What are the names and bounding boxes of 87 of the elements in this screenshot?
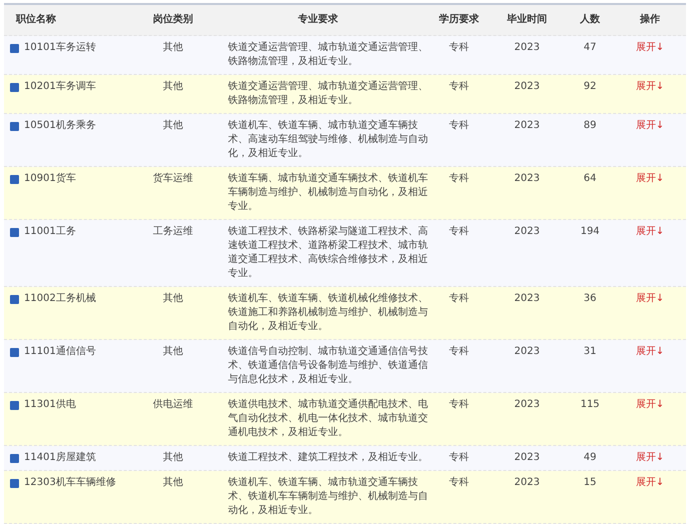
category-cell-text: 供电运维 <box>152 398 194 412</box>
category-cell-text: 其他 <box>162 345 184 359</box>
expand-link[interactable]: 展开↓ <box>636 292 664 306</box>
year-cell-text: 2023 <box>513 119 541 133</box>
expand-link[interactable]: 展开↓ <box>636 345 664 359</box>
count-cell-text: 47 <box>582 41 598 55</box>
expand-link[interactable]: 展开↓ <box>636 451 664 465</box>
column-header: 专业要求 <box>297 13 339 27</box>
major-requirement: 铁道交通运营管理、城市轨道交通运营管理、铁路物流管理，及相近专业。 <box>227 41 429 69</box>
education-cell-text: 专科 <box>448 41 470 55</box>
education-cell-text: 专科 <box>448 80 470 94</box>
position-name: 10501机务乘务 <box>24 119 96 133</box>
education-cell-text: 专科 <box>448 398 470 412</box>
count-cell-text: 49 <box>582 451 598 465</box>
column-header: 学历要求 <box>438 13 480 27</box>
category-cell-text: 其他 <box>162 476 184 490</box>
count-cell-text: 115 <box>579 398 601 412</box>
square-icon <box>10 82 19 92</box>
category-cell-text: 其他 <box>162 119 184 133</box>
count-cell-text: 64 <box>582 172 598 186</box>
category-cell-text: 其他 <box>162 80 184 94</box>
expand-link[interactable]: 展开↓ <box>636 172 664 186</box>
year-cell-text: 2023 <box>513 292 541 306</box>
education-cell-text: 专科 <box>448 451 470 465</box>
column-header: 职位名称 <box>14 13 57 27</box>
count-cell-text: 31 <box>582 345 598 359</box>
education-cell-text: 专科 <box>448 476 470 490</box>
category-cell-text: 其他 <box>162 41 184 55</box>
education-cell-text: 专科 <box>448 119 470 133</box>
major-requirement: 铁道机车、铁道车辆、城市轨道交通车辆技术、铁道机车车辆制造与维护、机械制造与自动化，及相近专业。 <box>227 476 429 518</box>
count-cell-text: 92 <box>582 80 598 94</box>
position-name: 11101通信信号 <box>24 345 96 359</box>
column-header: 操作 <box>638 13 661 27</box>
position-name: 10901货车 <box>24 172 76 186</box>
column-header: 毕业时间 <box>506 13 548 27</box>
count-cell-text: 194 <box>579 225 601 239</box>
education-cell-text: 专科 <box>448 345 470 359</box>
expand-link[interactable]: 展开↓ <box>636 119 664 133</box>
expand-link[interactable]: 展开↓ <box>636 225 664 239</box>
expand-link[interactable]: 展开↓ <box>636 398 664 412</box>
position-name: 11001工务 <box>24 225 76 239</box>
expand-link[interactable]: 展开↓ <box>636 476 664 490</box>
major-requirement: 铁道工程技术、铁路桥梁与隧道工程技术、高速铁道工程技术、道路桥梁工程技术、城市轨道交通工程技术、高铁综合维修技术，及相近专业。 <box>227 225 429 281</box>
year-cell-text: 2023 <box>513 476 541 490</box>
major-requirement: 铁道工程技术、建筑工程技术，及相近专业。 <box>227 451 429 465</box>
education-cell-text: 专科 <box>448 172 470 186</box>
square-icon <box>10 400 19 410</box>
position-name: 10201车务调车 <box>24 80 96 94</box>
year-cell-text: 2023 <box>513 41 541 55</box>
square-icon <box>10 294 19 304</box>
year-cell-text: 2023 <box>513 172 541 186</box>
year-cell-text: 2023 <box>513 225 541 239</box>
square-icon <box>10 348 19 356</box>
square-icon <box>10 44 19 52</box>
category-cell-text: 货车运维 <box>152 172 194 186</box>
square-icon <box>10 122 19 130</box>
square-icon <box>10 174 19 184</box>
category-cell-text: 其他 <box>162 451 184 465</box>
square-icon <box>10 454 19 462</box>
major-requirement: 铁道机车、铁道车辆、城市轨道交通车辆技术、高速动车组驾驶与维修、机械制造与自动化，及相近专业。 <box>227 119 429 161</box>
column-header: 人数 <box>578 13 601 27</box>
category-cell-text: 工务运维 <box>152 225 194 239</box>
position-name: 11002工务机械 <box>24 292 96 306</box>
major-requirement: 铁道信号自动控制、城市轨道交通通信信号技术、铁道通信信号设备制造与维护、铁道通信与信息化技术，及相近专业。 <box>227 345 429 387</box>
square-icon <box>10 228 19 236</box>
year-cell-text: 2023 <box>513 80 541 94</box>
education-cell-text: 专科 <box>448 225 470 239</box>
major-requirement: 铁道机车、铁道车辆、铁道机械化维修技术、铁道施工和养路机械制造与维护、机械制造与自动化，及相近专业。 <box>227 292 429 334</box>
expand-link[interactable]: 展开↓ <box>636 41 664 55</box>
square-icon <box>10 478 19 488</box>
count-cell-text: 89 <box>582 119 598 133</box>
major-requirement: 铁道供电技术、城市轨道交通供配电技术、电气自动化技术、机电一体化技术、城市轨道交通机电技术，及相近专业。 <box>227 398 429 440</box>
year-cell-text: 2023 <box>513 345 541 359</box>
major-requirement: 铁道交通运营管理、城市轨道交通运营管理、铁路物流管理，及相近专业。 <box>227 80 429 108</box>
position-name: 11301供电 <box>24 398 76 412</box>
count-cell-text: 36 <box>582 292 598 306</box>
position-name: 11401房屋建筑 <box>24 451 96 465</box>
category-cell-text: 其他 <box>162 292 184 306</box>
year-cell-text: 2023 <box>513 398 541 412</box>
year-cell-text: 2023 <box>513 451 541 465</box>
position-name: 12303机车车辆维修 <box>24 476 116 490</box>
major-requirement: 铁道车辆、城市轨道交通车辆技术、铁道机车车辆制造与维护、机械制造与自动化，及相近专业。 <box>227 172 429 214</box>
column-header: 岗位类别 <box>152 13 194 27</box>
position-name: 10101车务运转 <box>24 41 96 55</box>
expand-link[interactable]: 展开↓ <box>636 80 664 94</box>
education-cell-text: 专科 <box>448 292 470 306</box>
count-cell-text: 15 <box>582 476 598 490</box>
